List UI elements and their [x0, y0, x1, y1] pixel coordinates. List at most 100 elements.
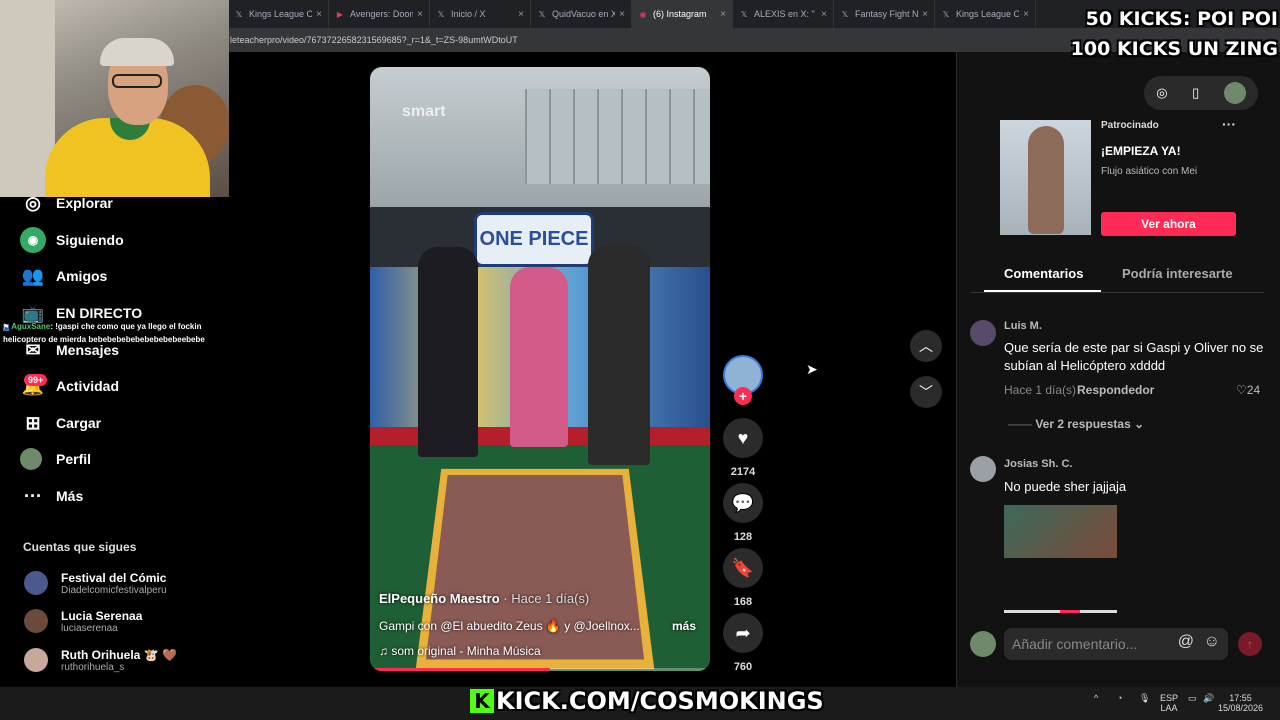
heart-icon: ♥: [723, 418, 763, 458]
tab-comments[interactable]: Comentarios: [1004, 266, 1083, 281]
user-avatar[interactable]: [1223, 82, 1246, 104]
prev-video-button[interactable]: ︿: [910, 330, 942, 362]
nav-item-siguiendo[interactable]: ◉ Siguiendo: [20, 227, 124, 253]
kick-logo-icon: K: [470, 689, 494, 713]
compass-icon[interactable]: ◎: [1156, 85, 1167, 101]
close-tab-icon[interactable]: ×: [316, 9, 322, 20]
close-tab-icon[interactable]: ×: [518, 9, 524, 20]
nav-item-cargar[interactable]: ⊞ Cargar: [20, 410, 101, 436]
ad-sponsored-label: Patrocinado: [1101, 120, 1159, 131]
close-tab-icon[interactable]: ×: [821, 9, 827, 20]
comment-text: No puede sher jajjaja: [1004, 479, 1127, 494]
compass-icon: ◎: [25, 192, 41, 213]
browser-tab[interactable]: 𝕏 Inicio / X ×: [430, 0, 531, 28]
stream-chat-message: ⚑ AguxSane: !gaspi che como que ya llego…: [3, 322, 205, 344]
webcam-cap: [100, 38, 174, 66]
comment-icon: 💬: [723, 483, 763, 523]
browser-tab[interactable]: 𝕏 Kings League Op ×: [935, 0, 1036, 28]
video-music[interactable]: ♫ som original - Minha Música: [379, 644, 541, 658]
browser-tab[interactable]: ▶ Avengers: Doom ×: [329, 0, 430, 28]
nav-item-explorar[interactable]: ◎ Explorar: [20, 190, 113, 216]
clock[interactable]: 17:55 15/08/2026: [1218, 693, 1263, 713]
video-player[interactable]: smart ONE PIECE ElPequeño Maestro · Hace…: [370, 67, 710, 671]
x-icon: 𝕏: [538, 9, 546, 19]
heart-outline-icon: ♡: [1236, 383, 1247, 397]
language-indicator[interactable]: ESP LAA: [1160, 693, 1178, 713]
webcam-glasses: [112, 74, 162, 88]
video-progress-bar[interactable]: [370, 668, 710, 671]
browser-tab[interactable]: 𝕏 ALEXIS en X: " ×: [733, 0, 834, 28]
phone-icon[interactable]: ▯: [1192, 85, 1199, 101]
screen: 𝕏 Kings League Op × ▶ Avengers: Doom × 𝕏 Inic…: [0, 0, 1280, 720]
reply-button[interactable]: Respondedor: [1077, 383, 1154, 397]
comment-text: Que sería de este par si Gaspi y Oliver …: [1004, 340, 1264, 373]
close-tab-icon[interactable]: ×: [619, 9, 625, 20]
avatar: [24, 648, 48, 672]
browser-tab[interactable]: 𝕏 QuidVacuo en X ×: [531, 0, 632, 28]
comment-username[interactable]: Luis M.: [1004, 320, 1042, 332]
avatar[interactable]: [970, 456, 996, 482]
ad-figure: [1028, 126, 1064, 234]
upload-icon: ⊞: [25, 412, 41, 433]
top-icon-group: ◎ ▯: [1144, 76, 1258, 110]
followed-account[interactable]: Lucia Serenaa luciaserenaa: [24, 604, 142, 638]
view-replies-button[interactable]: —— Ver 2 respuestas ⌄: [1008, 417, 1144, 431]
caption-more-button[interactable]: más: [672, 619, 696, 633]
like-button[interactable]: ♥ 2174: [723, 418, 763, 478]
avatar: [24, 609, 48, 633]
video-author-line[interactable]: ElPequeño Maestro · Hace 1 día(s): [379, 591, 589, 606]
save-button[interactable]: 🔖 168: [723, 548, 763, 608]
close-tab-icon[interactable]: ×: [417, 9, 423, 20]
emoji-icon[interactable]: ☺: [1204, 633, 1220, 651]
arrow-up-icon: ↑: [1247, 637, 1253, 651]
browser-tab-active[interactable]: ◉ (6) Instagram ×: [632, 0, 733, 28]
comment-video-thumbnail[interactable]: [1004, 505, 1117, 558]
comment-time: Hace 1 día(s): [1004, 383, 1077, 397]
close-tab-icon[interactable]: ×: [1023, 9, 1029, 20]
scroll-indicator-mark: [1060, 610, 1080, 613]
close-tab-icon[interactable]: ×: [922, 9, 928, 20]
comment-input[interactable]: Añadir comentario... @ ☺: [1004, 628, 1228, 660]
followed-account[interactable]: Festival del Cómic Diadelcomicfestivalper…: [24, 566, 167, 600]
mention-icon[interactable]: @: [1178, 633, 1194, 651]
tab-interest[interactable]: Podría interesarte: [1122, 266, 1233, 281]
music-note-icon: ♫: [379, 644, 388, 658]
video-person: [588, 245, 650, 465]
nav-item-amigos[interactable]: 👥 Amigos: [20, 263, 108, 289]
chevron-down-icon: ⌄: [1134, 417, 1145, 431]
chevron-up-icon[interactable]: ^: [1094, 693, 1098, 703]
mic-icon[interactable]: 🎙: [1139, 693, 1150, 703]
video-person: [418, 247, 478, 457]
video-mat: [415, 468, 655, 670]
ad-image[interactable]: [1000, 120, 1091, 235]
nav-item-mas[interactable]: ··· Más: [20, 483, 83, 509]
send-button[interactable]: ↑: [1238, 632, 1262, 656]
tab-active-indicator: [984, 290, 1101, 292]
webcam-overlay: [0, 0, 229, 197]
video-sign: smart: [402, 103, 446, 120]
ad-cta-button[interactable]: Ver ahora: [1101, 212, 1236, 236]
close-tab-icon[interactable]: ×: [720, 9, 726, 20]
x-icon: 𝕏: [740, 9, 748, 19]
display-icon[interactable]: ▭: [1188, 693, 1197, 703]
chevron-up-icon: ︿: [919, 338, 933, 354]
follow-plus-icon[interactable]: +: [734, 387, 752, 405]
next-video-button[interactable]: ﹀: [910, 376, 942, 408]
avatar[interactable]: [970, 320, 996, 346]
comment-like-button[interactable]: ♡24: [1236, 383, 1260, 397]
wifi-icon[interactable]: ◔: [1117, 693, 1122, 703]
comment-username[interactable]: Josias Sh. C.: [1004, 458, 1072, 470]
followed-account[interactable]: Ruth Orihuela 🐮 🤎 ruthorihuela_s: [24, 643, 177, 677]
browser-tab[interactable]: 𝕏 Fantasy Fight Ni ×: [834, 0, 935, 28]
video-caption: Gampi con @El abuedito Zeus 🔥 y @Joellno…: [379, 619, 640, 633]
share-button[interactable]: ➦ 760: [723, 613, 763, 673]
video-progress-fill: [370, 668, 551, 671]
share-icon: ➦: [723, 613, 763, 653]
kick-url-overlay: K KICK.COM/COSMOKINGS: [470, 686, 824, 716]
volume-icon[interactable]: 🔊: [1203, 693, 1214, 703]
browser-tab[interactable]: 𝕏 Kings League Op ×: [228, 0, 329, 28]
more-options-icon[interactable]: ···: [1222, 116, 1236, 132]
nav-item-perfil[interactable]: Perfil: [20, 446, 91, 472]
tab-divider: [970, 292, 1264, 293]
comment-button[interactable]: 💬 128: [723, 483, 763, 543]
